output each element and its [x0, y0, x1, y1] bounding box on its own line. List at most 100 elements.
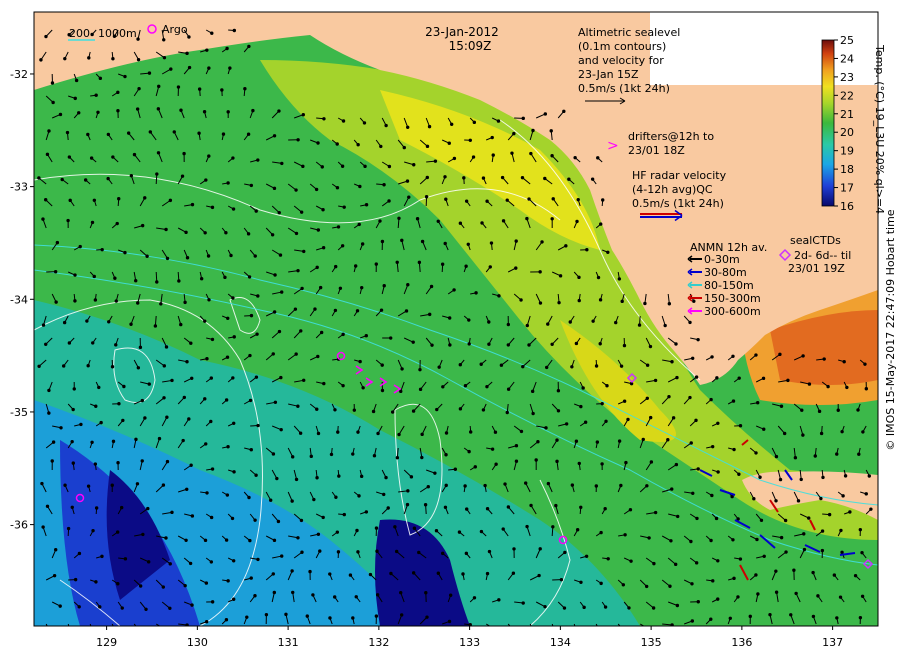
velocity-arrow-head [458, 363, 462, 367]
velocity-arrow-head [754, 451, 758, 455]
velocity-arrow-head [393, 525, 397, 529]
velocity-arrow-head [93, 298, 98, 302]
velocity-arrow-head [525, 216, 529, 221]
velocity-arrow-head [738, 424, 743, 428]
velocity-arrow-head [224, 231, 228, 235]
velocity-arrow-head [315, 476, 319, 480]
velocity-arrow-head [514, 239, 518, 243]
x-tick-label: 131 [278, 636, 299, 649]
velocity-arrow-head [840, 550, 844, 555]
velocity-arrow-head [453, 467, 458, 471]
velocity-arrow-head [90, 440, 94, 444]
velocity-arrow-head [485, 384, 489, 389]
velocity-arrow-head [226, 316, 230, 320]
velocity-arrow-head [54, 548, 58, 552]
velocity-arrow-head [44, 34, 48, 39]
velocity-arrow-head [474, 291, 478, 295]
velocity-arrow-head [411, 340, 415, 344]
velocity-arrow-head [41, 217, 45, 221]
velocity-arrow-head [437, 365, 441, 369]
velocity-arrow-head [209, 419, 213, 424]
velocity-arrow-head [157, 436, 162, 441]
velocity-arrow-head [277, 109, 281, 113]
velocity-arrow-head [290, 499, 294, 503]
velocity-arrow-head [668, 584, 672, 588]
velocity-arrow-head [716, 470, 720, 474]
velocity-arrow-head [224, 618, 229, 622]
velocity-arrow-head [648, 415, 653, 420]
velocity-arrow-head [714, 516, 719, 521]
velocity-arrow-head [328, 616, 332, 620]
velocity-arrow-head [73, 273, 77, 277]
velocity-arrow-head [273, 273, 277, 277]
anmn-item-label: 80-150m [704, 279, 754, 292]
velocity-arrow-head [736, 595, 740, 599]
velocity-arrow-head [619, 364, 624, 368]
velocity-arrow-head [177, 279, 181, 283]
velocity-arrow-head [756, 592, 760, 596]
velocity-arrow-head [277, 329, 282, 334]
velocity-arrow-head [336, 550, 341, 554]
velocity-arrow-head [732, 447, 736, 452]
velocity-arrow-head [232, 597, 236, 601]
velocity-arrow-head [322, 117, 326, 121]
velocity-arrow-head [60, 177, 64, 182]
velocity-arrow-head [333, 408, 337, 412]
velocity-arrow-head [534, 458, 538, 462]
velocity-arrow-head [382, 183, 386, 187]
velocity-arrow-head [462, 176, 466, 180]
velocity-arrow-head [360, 242, 365, 246]
velocity-arrow-head [645, 396, 650, 401]
velocity-arrow-head [568, 320, 572, 324]
velocity-arrow-head [821, 475, 825, 480]
velocity-arrow-head [505, 198, 509, 202]
velocity-arrow-head [92, 274, 96, 279]
velocity-arrow-head [420, 239, 425, 244]
velocity-arrow-head [41, 525, 45, 529]
seal-ctd-line-1: 2d- 6d-- til [794, 249, 851, 262]
colorbar-tick-label: 25 [840, 34, 854, 47]
velocity-arrow-head [405, 502, 410, 507]
colorbar-tick-label: 22 [840, 89, 854, 102]
velocity-arrow-head [675, 375, 679, 380]
velocity-arrow-head [501, 527, 505, 531]
velocity-arrow-head [395, 456, 400, 460]
velocity-arrow-head [389, 571, 393, 576]
velocity-arrow-head [417, 260, 422, 265]
velocity-arrow-head [49, 631, 51, 633]
x-tick-label: 133 [459, 636, 480, 649]
velocity-arrow-head [488, 265, 492, 269]
velocity-arrow-head [61, 364, 66, 368]
velocity-arrow-head [132, 152, 137, 157]
velocity-arrow-head [599, 222, 603, 226]
velocity-arrow-head [606, 557, 610, 561]
velocity-arrow-head [328, 572, 332, 576]
velocity-arrow-head [481, 176, 486, 180]
velocity-arrow-head [674, 342, 678, 346]
velocity-arrow-head [827, 512, 832, 517]
velocity-arrow-head [653, 510, 658, 515]
velocity-arrow-head [621, 583, 626, 587]
velocity-arrow-head [425, 175, 430, 180]
velocity-arrow-head [71, 407, 75, 412]
velocity-arrow-head [860, 594, 865, 598]
velocity-arrow-head [153, 324, 158, 328]
velocity-arrow-head [384, 475, 388, 480]
velocity-arrow-head [351, 616, 355, 620]
velocity-arrow-head [412, 526, 417, 530]
velocity-arrow-head [543, 112, 548, 116]
velocity-arrow-head [340, 164, 345, 168]
velocity-arrow-head [506, 322, 511, 327]
velocity-arrow-head [296, 404, 300, 408]
colorbar-tick-label: 23 [840, 71, 854, 84]
velocity-arrow-head [162, 55, 167, 60]
velocity-arrow-head [494, 462, 498, 466]
velocity-arrow-head [301, 112, 305, 117]
velocity-arrow-head [123, 74, 127, 79]
velocity-arrow-head [603, 605, 608, 609]
velocity-arrow-head [231, 376, 235, 380]
velocity-arrow-head [648, 344, 653, 349]
velocity-arrow-head [716, 421, 720, 426]
velocity-arrow-head [226, 110, 230, 114]
x-tick-label: 129 [96, 636, 117, 649]
